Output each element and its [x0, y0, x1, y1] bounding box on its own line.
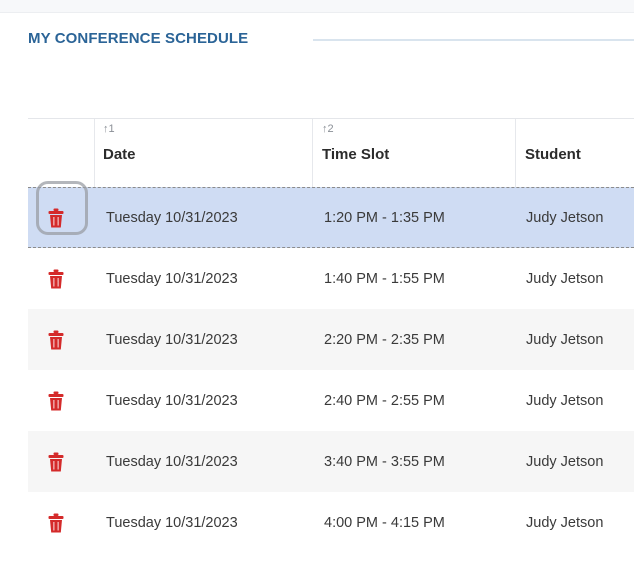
cell-time-slot: 2:20 PM - 2:35 PM — [324, 331, 445, 348]
trash-icon — [48, 391, 64, 411]
delete-button[interactable] — [48, 431, 64, 492]
cell-date: Tuesday 10/31/2023 — [106, 453, 238, 470]
section-title: MY CONFERENCE SCHEDULE — [28, 30, 249, 47]
header-time-slot[interactable]: ↑2 Time Slot — [312, 119, 515, 187]
delete-button[interactable] — [48, 309, 64, 370]
cell-student: Judy Jetson — [526, 453, 604, 470]
cell-time-slot: 2:40 PM - 2:55 PM — [324, 392, 445, 409]
delete-button[interactable] — [48, 248, 64, 309]
cell-student: Judy Jetson — [526, 514, 604, 531]
table-row[interactable]: Tuesday 10/31/2023 2:20 PM - 2:35 PM Judy … — [28, 309, 634, 370]
cell-date: Tuesday 10/31/2023 — [106, 514, 238, 531]
focus-outline — [36, 181, 88, 235]
trash-icon — [48, 330, 64, 350]
table-row[interactable]: Tuesday 10/31/2023 2:40 PM - 2:55 PM Judy … — [28, 370, 634, 431]
table-row[interactable]: Tuesday 10/31/2023 3:40 PM - 3:55 PM Judy … — [28, 431, 634, 492]
sort-ascending-indicator-time-slot: ↑2 — [322, 123, 334, 135]
header-date-label: Date — [103, 146, 136, 163]
table-header: ↑1 Date ↑2 Time Slot Student — [28, 118, 634, 187]
header-actions — [28, 119, 94, 187]
table-row[interactable]: Tuesday 10/31/2023 1:40 PM - 1:55 PM Judy … — [28, 248, 634, 309]
header-student-label: Student — [525, 146, 581, 163]
delete-button[interactable] — [48, 492, 64, 553]
cell-time-slot: 1:20 PM - 1:35 PM — [324, 209, 445, 226]
table-body: Tuesday 10/31/2023 1:20 PM - 1:35 PM Judy … — [28, 181, 634, 553]
sort-ascending-indicator-date: ↑1 — [103, 123, 115, 135]
cell-student: Judy Jetson — [526, 270, 604, 287]
table-row[interactable]: Tuesday 10/31/2023 1:20 PM - 1:35 PM Judy … — [28, 181, 634, 248]
trash-icon — [48, 269, 64, 289]
delete-button[interactable] — [36, 181, 88, 247]
trash-icon — [48, 452, 64, 472]
section-divider — [313, 39, 634, 41]
cell-time-slot: 4:00 PM - 4:15 PM — [324, 514, 445, 531]
delete-button[interactable] — [48, 370, 64, 431]
cell-date: Tuesday 10/31/2023 — [106, 331, 238, 348]
header-student[interactable]: Student — [515, 119, 634, 187]
cell-student: Judy Jetson — [526, 209, 604, 226]
cell-student: Judy Jetson — [526, 331, 604, 348]
trash-icon — [48, 513, 64, 533]
cell-time-slot: 1:40 PM - 1:55 PM — [324, 270, 445, 287]
header-date[interactable]: ↑1 Date — [94, 119, 312, 187]
cell-date: Tuesday 10/31/2023 — [106, 392, 238, 409]
cell-date: Tuesday 10/31/2023 — [106, 209, 238, 226]
cell-time-slot: 3:40 PM - 3:55 PM — [324, 453, 445, 470]
top-band — [0, 0, 634, 13]
cell-date: Tuesday 10/31/2023 — [106, 270, 238, 287]
conference-schedule-table: ↑1 Date ↑2 Time Slot Student Tuesday 10/… — [28, 118, 634, 553]
cell-student: Judy Jetson — [526, 392, 604, 409]
table-row[interactable]: Tuesday 10/31/2023 4:00 PM - 4:15 PM Judy … — [28, 492, 634, 553]
header-time-slot-label: Time Slot — [322, 146, 390, 163]
